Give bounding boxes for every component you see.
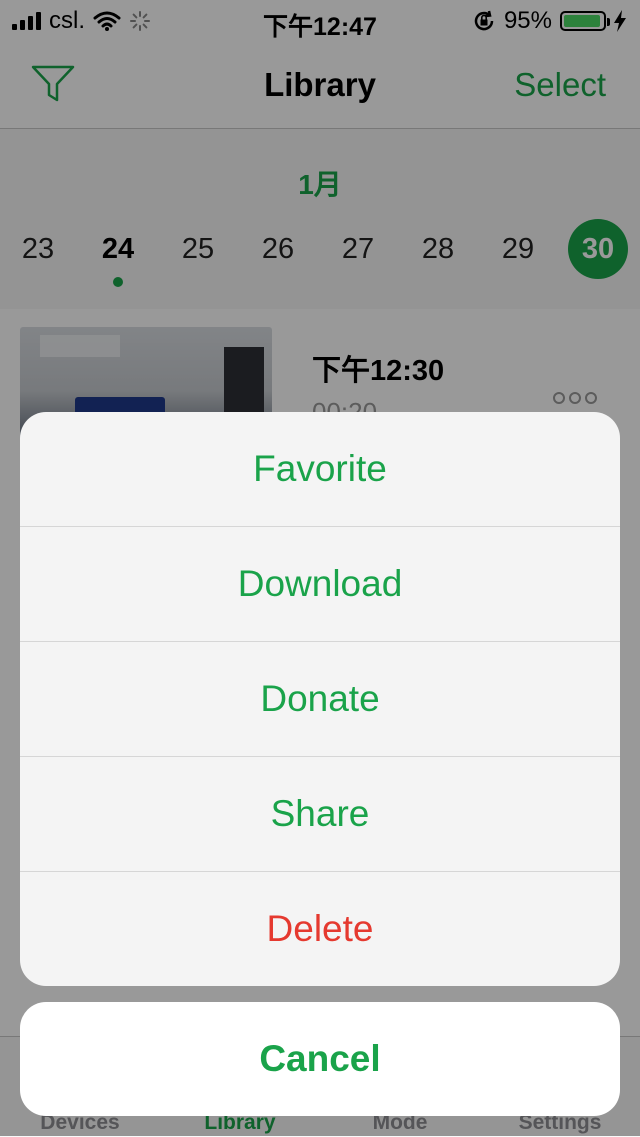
cancel-button[interactable]: Cancel	[20, 1002, 620, 1116]
delete-action[interactable]: Delete	[20, 872, 620, 986]
donate-action[interactable]: Donate	[20, 642, 620, 757]
download-action[interactable]: Download	[20, 527, 620, 642]
favorite-action[interactable]: Favorite	[20, 412, 620, 527]
share-action[interactable]: Share	[20, 757, 620, 872]
action-sheet: Favorite Download Donate Share Delete	[20, 412, 620, 986]
